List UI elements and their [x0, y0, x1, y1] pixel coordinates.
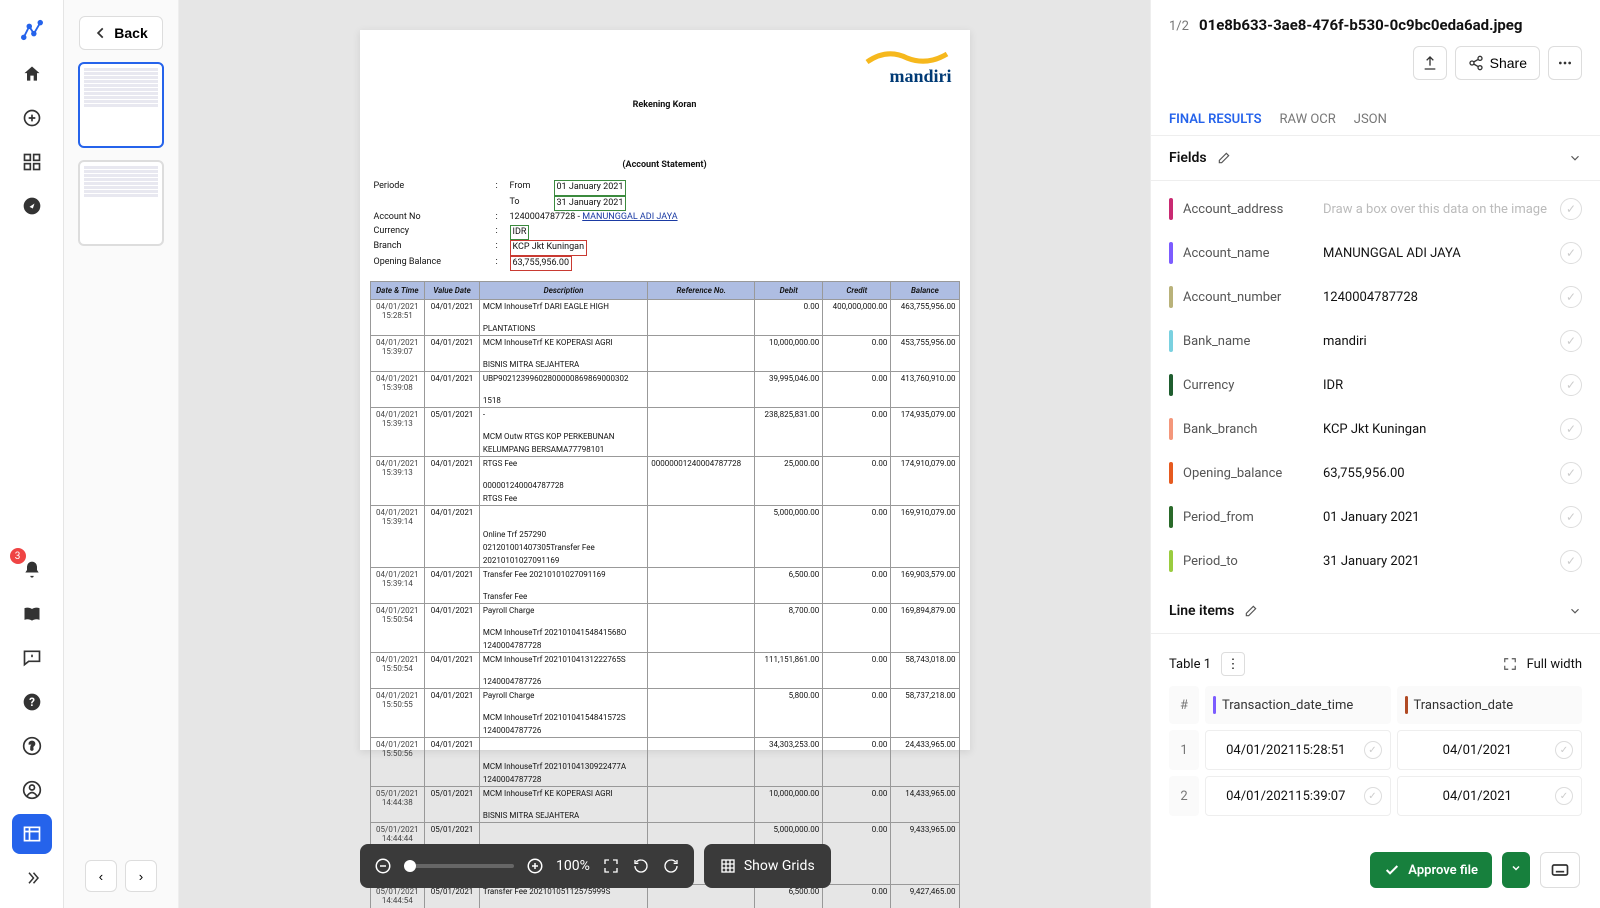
- help-filled-icon[interactable]: ?: [12, 682, 52, 722]
- logo-text: mandiri: [862, 66, 952, 87]
- document-viewer: mandiri Rekening Koran (Account Statemen…: [179, 0, 1150, 908]
- zoom-out-button[interactable]: [374, 857, 392, 875]
- account-icon[interactable]: [12, 770, 52, 810]
- page-thumbnail-1[interactable]: [78, 62, 164, 148]
- result-tabs: FINAL RESULTS RAW OCR JSON: [1151, 104, 1600, 136]
- page-thumbnail-2[interactable]: [78, 160, 164, 246]
- lineitems-heading: Line items: [1169, 603, 1234, 619]
- field-row[interactable]: CurrencyIDR✓: [1151, 363, 1600, 407]
- fit-button[interactable]: [602, 857, 620, 875]
- highlight-period-from: 01 January 2021: [554, 180, 627, 196]
- zoom-toolbar: 100%: [360, 844, 694, 888]
- table-1-label: Table 1: [1169, 657, 1211, 672]
- line-item-cell[interactable]: 04/01/202115:39:07✓: [1205, 776, 1391, 816]
- field-row[interactable]: Period_from01 January 2021✓: [1151, 495, 1600, 539]
- share-button[interactable]: Share: [1455, 46, 1540, 80]
- table-menu-button[interactable]: ⋮: [1221, 652, 1245, 676]
- svg-text:?: ?: [29, 739, 35, 753]
- column-header[interactable]: Transaction_date: [1397, 686, 1583, 724]
- tab-json[interactable]: JSON: [1354, 104, 1387, 135]
- field-check[interactable]: ✓: [1560, 550, 1582, 572]
- book-icon[interactable]: [12, 594, 52, 634]
- line-item-cell[interactable]: 04/01/2021✓: [1397, 730, 1583, 770]
- rotate-cw-button[interactable]: [662, 857, 680, 875]
- field-check[interactable]: ✓: [1560, 462, 1582, 484]
- mandiri-logo-icon: [862, 48, 952, 66]
- edit-icon[interactable]: [1217, 151, 1231, 165]
- highlight-account-name: MANUNGGAL ADI JAYA: [582, 212, 677, 222]
- chevron-down-icon[interactable]: [1568, 604, 1582, 618]
- column-header[interactable]: Transaction_date_time: [1205, 686, 1391, 724]
- field-check[interactable]: ✓: [1560, 374, 1582, 396]
- tab-final-results[interactable]: FINAL RESULTS: [1169, 104, 1262, 135]
- edit-icon[interactable]: [1244, 604, 1258, 618]
- keyboard-shortcuts-button[interactable]: [1540, 852, 1580, 888]
- zoom-slider[interactable]: [404, 864, 514, 868]
- document-page: mandiri Rekening Koran (Account Statemen…: [360, 30, 970, 750]
- compass-icon[interactable]: [12, 186, 52, 226]
- add-icon[interactable]: [12, 98, 52, 138]
- zoom-in-button[interactable]: [526, 857, 544, 875]
- help-outline-icon[interactable]: ?: [12, 726, 52, 766]
- field-row[interactable]: Bank_namemandiri✓: [1151, 319, 1600, 363]
- tab-raw-ocr[interactable]: RAW OCR: [1280, 104, 1336, 135]
- back-label: Back: [114, 25, 147, 41]
- approve-file-button[interactable]: Approve file: [1370, 852, 1492, 888]
- page-indicator: 1/2: [1169, 19, 1189, 34]
- fields-heading: Fields: [1169, 150, 1207, 166]
- field-row[interactable]: Bank_branchKCP Jkt Kuningan✓: [1151, 407, 1600, 451]
- field-check[interactable]: ✓: [1560, 242, 1582, 264]
- field-check[interactable]: ✓: [1560, 506, 1582, 528]
- highlight-branch: KCP Jkt Kuningan: [510, 240, 588, 256]
- feedback-icon[interactable]: [12, 638, 52, 678]
- full-width-label[interactable]: Full width: [1527, 657, 1582, 672]
- doc-title-2: (Account Statement): [370, 160, 960, 170]
- chevron-down-icon[interactable]: [1568, 151, 1582, 165]
- rotate-ccw-button[interactable]: [632, 857, 650, 875]
- field-row[interactable]: Period_to31 January 2021✓: [1151, 539, 1600, 583]
- notifications-icon[interactable]: 3: [12, 550, 52, 590]
- file-name: 01e8b633-3ae8-476f-b530-0c9bc0eda6ad.jpe…: [1199, 16, 1523, 34]
- field-check[interactable]: ✓: [1560, 198, 1582, 220]
- field-row[interactable]: Opening_balance63,755,956.00✓: [1151, 451, 1600, 495]
- lineitems-table: #Transaction_date_timeTransaction_date10…: [1169, 686, 1582, 816]
- back-button[interactable]: Back: [79, 16, 162, 50]
- field-row[interactable]: Account_nameMANUNGGAL ADI JAYA✓: [1151, 231, 1600, 275]
- next-page-button[interactable]: ›: [125, 860, 157, 892]
- line-item-cell[interactable]: 04/01/2021✓: [1397, 776, 1583, 816]
- approve-dropdown-button[interactable]: [1502, 852, 1530, 888]
- highlight-currency: IDR: [510, 225, 530, 241]
- notification-badge: 3: [10, 548, 26, 564]
- svg-text:?: ?: [29, 695, 35, 709]
- apps-icon[interactable]: [12, 142, 52, 182]
- line-item-cell[interactable]: 04/01/202115:28:51✓: [1205, 730, 1391, 770]
- field-check[interactable]: ✓: [1560, 286, 1582, 308]
- more-button[interactable]: [1548, 46, 1582, 80]
- show-grids-button[interactable]: Show Grids: [704, 844, 831, 888]
- right-panel: 1/2 01e8b633-3ae8-476f-b530-0c9bc0eda6ad…: [1150, 0, 1600, 908]
- data-table-icon[interactable]: [12, 814, 52, 854]
- fields-list: Account_addressDraw a box over this data…: [1151, 181, 1600, 589]
- zoom-level: 100%: [556, 858, 590, 874]
- home-icon[interactable]: [12, 54, 52, 94]
- upload-button[interactable]: [1413, 46, 1447, 80]
- highlight-period-to: 31 January 2021: [554, 196, 627, 212]
- field-row[interactable]: Account_addressDraw a box over this data…: [1151, 187, 1600, 231]
- field-check[interactable]: ✓: [1560, 330, 1582, 352]
- prev-page-button[interactable]: ‹: [85, 860, 117, 892]
- field-row[interactable]: Account_number1240004787728✓: [1151, 275, 1600, 319]
- left-icon-bar: 3 ? ?: [0, 0, 64, 908]
- logo-icon[interactable]: [12, 10, 52, 50]
- expand-icon[interactable]: [1503, 657, 1517, 671]
- field-check[interactable]: ✓: [1560, 418, 1582, 440]
- expand-sidebar-icon[interactable]: [12, 858, 52, 898]
- thumbnail-panel: Back ‹ ›: [64, 0, 179, 908]
- highlight-opening: 63,755,956.00: [510, 256, 573, 272]
- statement-table: Date & TimeValue DateDescriptionReferenc…: [370, 281, 960, 908]
- doc-title-1: Rekening Koran: [370, 100, 960, 110]
